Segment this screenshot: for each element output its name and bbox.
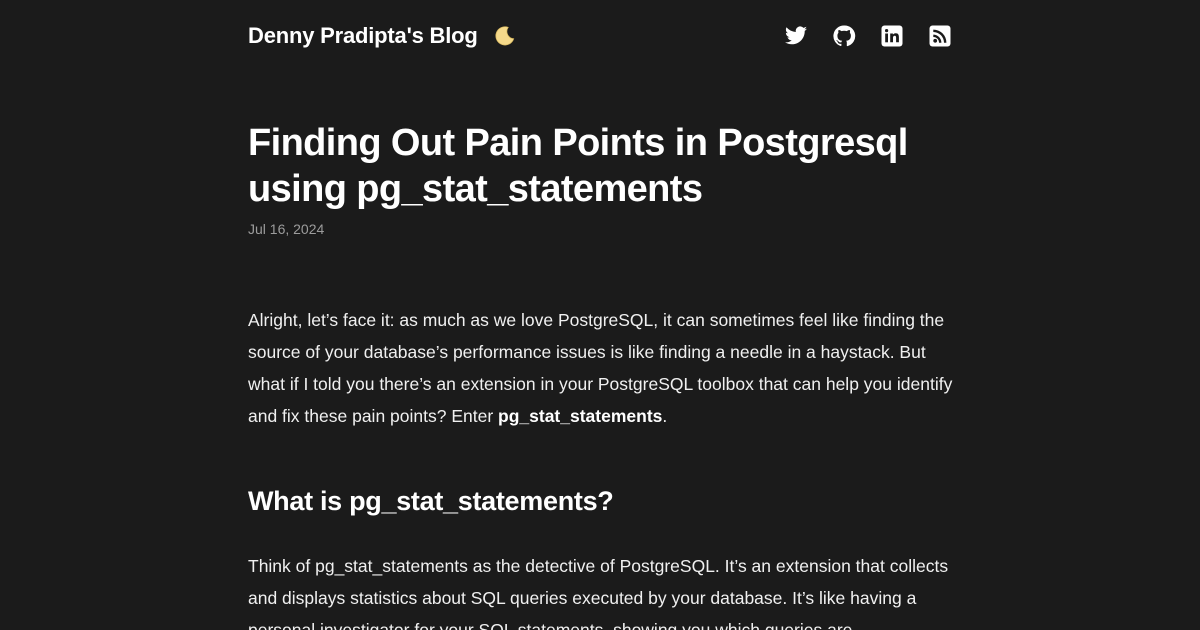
rss-icon: [929, 25, 951, 47]
github-link[interactable]: [832, 24, 856, 48]
rss-link[interactable]: [928, 24, 952, 48]
section-paragraph: Think of pg_stat_statements as the detec…: [248, 556, 949, 630]
linkedin-icon: [881, 25, 903, 47]
site-header: Denny Pradipta's Blog: [248, 18, 952, 54]
page: Denny Pradipta's Blog Finding Out Pain P…: [0, 0, 1200, 630]
twitter-link[interactable]: [784, 24, 808, 48]
moon-icon: [495, 26, 514, 46]
intro-strong-text: pg_stat_statements: [498, 406, 663, 426]
blog-home-link[interactable]: Denny Pradipta's Blog: [248, 23, 518, 49]
section-heading: What is pg_stat_statements?: [248, 486, 614, 516]
intro-paragraph: Alright, let’s face it: as much as we lo…: [248, 304, 958, 432]
twitter-icon: [785, 26, 807, 45]
intro-end-text: .: [662, 406, 668, 426]
github-icon: [833, 25, 856, 47]
article-title: Finding Out Pain Points in Postgresql us…: [248, 122, 908, 210]
theme-toggle-button[interactable]: [492, 23, 518, 49]
social-links: [784, 24, 952, 48]
blog-title: Denny Pradipta's Blog: [248, 23, 478, 48]
linkedin-link[interactable]: [880, 24, 904, 48]
article-date: Jul 16, 2024: [248, 221, 325, 237]
